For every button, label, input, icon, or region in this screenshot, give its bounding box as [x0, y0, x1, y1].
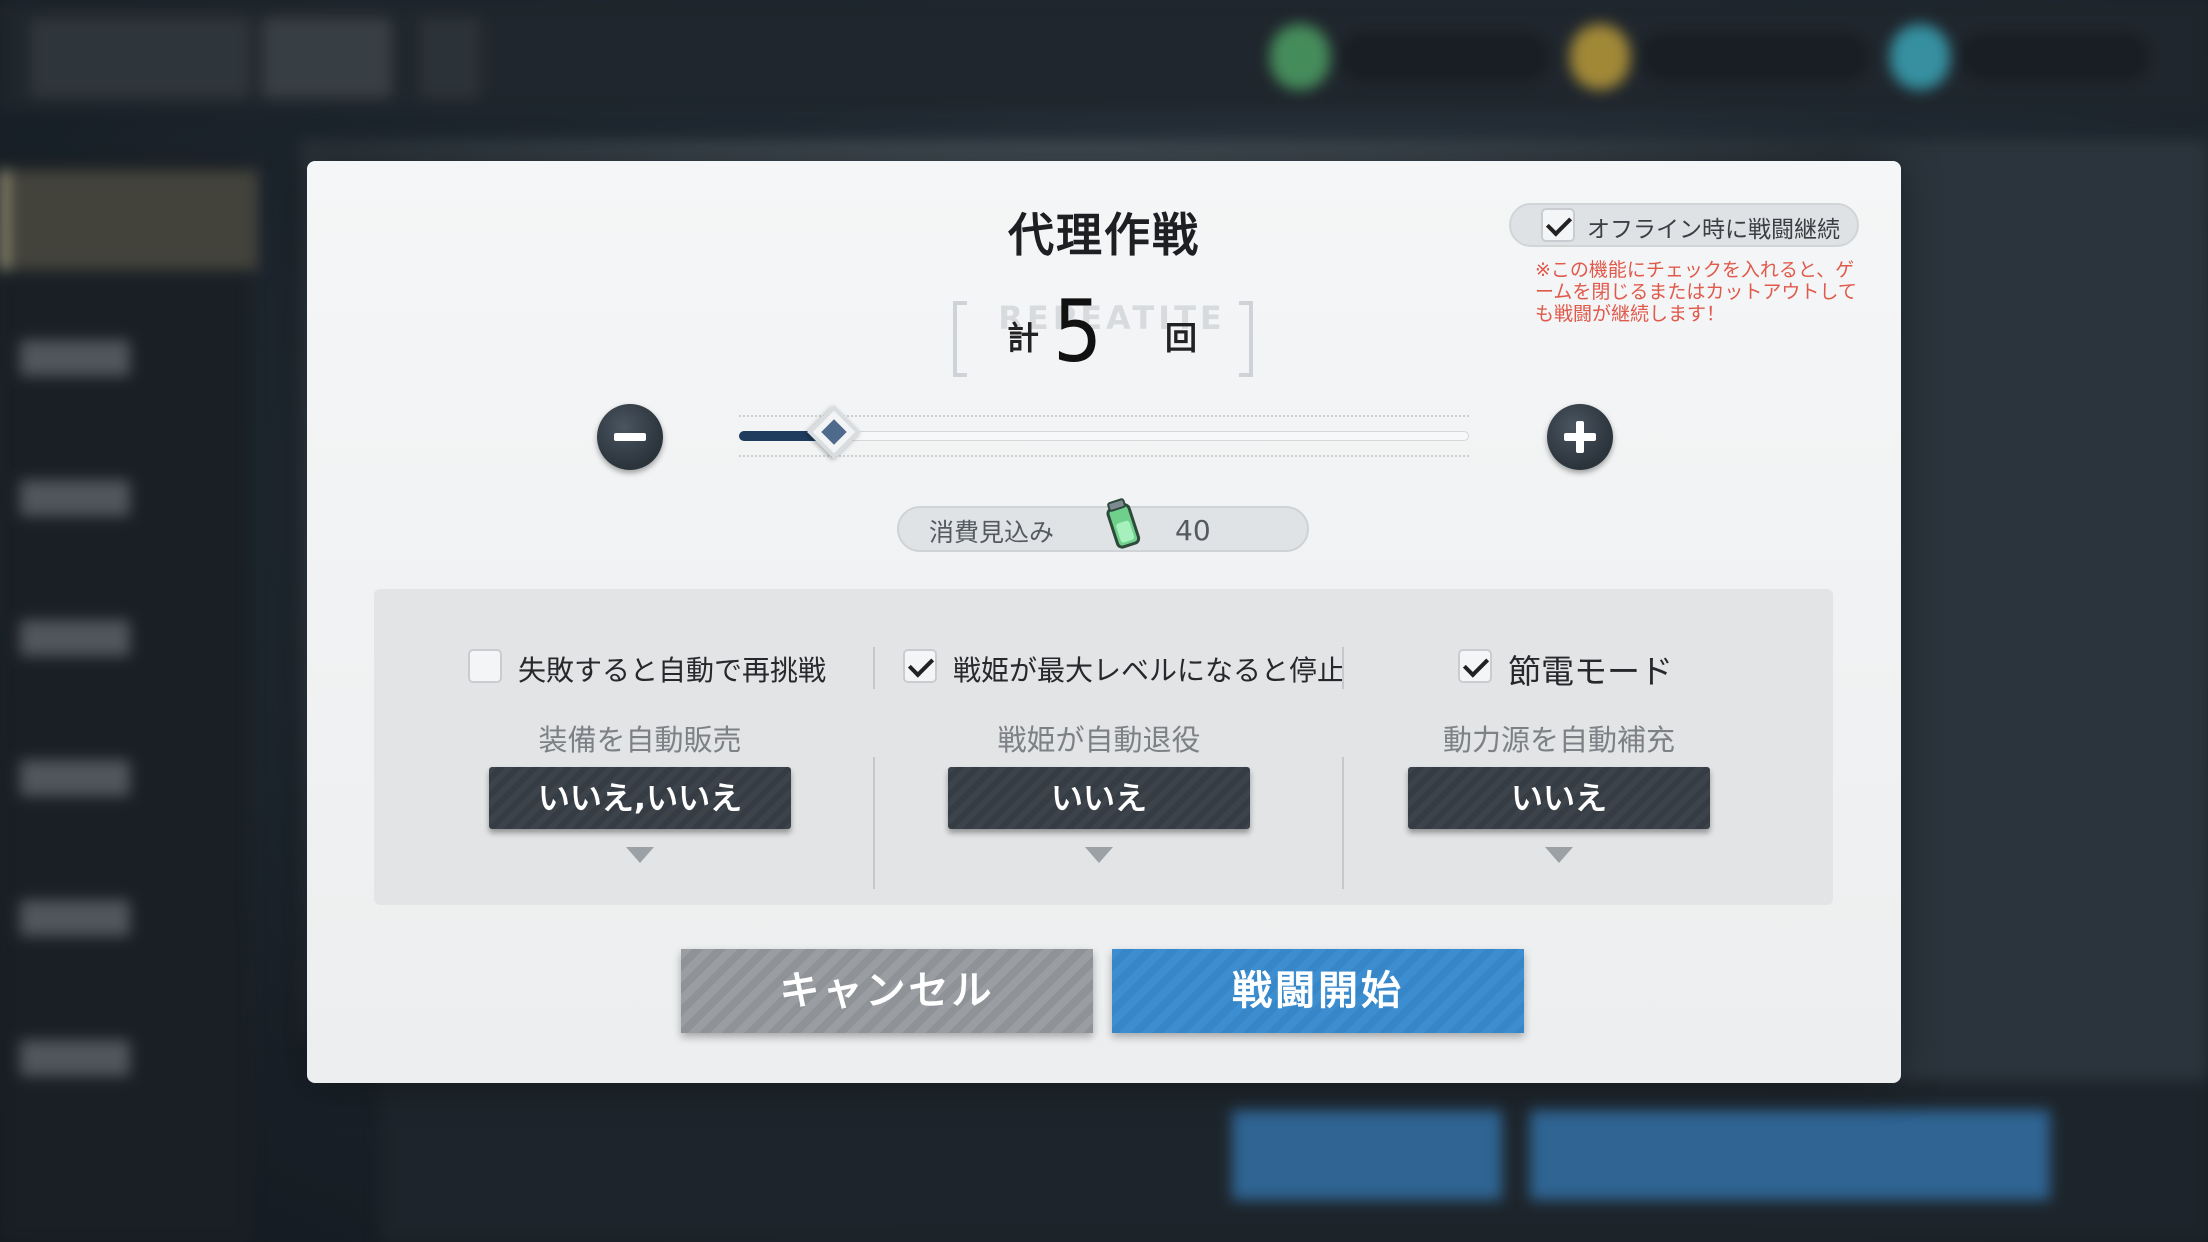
auto-sell-equipment-dropdown[interactable]: いいえ,いいえ	[489, 767, 791, 829]
stop-at-max-level-label: 戦姫が最大レベルになると停止	[953, 654, 1346, 687]
cancel-button[interactable]: キャンセル	[681, 949, 1093, 1033]
offline-continue-toggle[interactable]: オフライン時に戦闘継続	[1509, 203, 1859, 247]
count-suffix: 回	[1165, 319, 1198, 357]
chevron-down-icon[interactable]	[626, 847, 654, 863]
options-panel: 失敗すると自動で再挑戦 戦姫が最大レベルになると停止 節電モード 装備を自動販売…	[374, 589, 1833, 905]
cost-label: 消費見込み	[929, 518, 1055, 547]
retry-on-fail-checkbox[interactable]	[468, 649, 502, 683]
chevron-down-icon[interactable]	[1545, 847, 1573, 863]
power-saving-label: 節電モード	[1508, 652, 1673, 691]
offline-note: ※この機能にチェックを入れると、ゲームを閉じるまたはカットアウトしても戦闘が継続…	[1535, 259, 1857, 325]
repeat-count-slider[interactable]	[739, 405, 1469, 459]
auto-sell-equipment-label: 装備を自動販売	[538, 723, 742, 757]
decrease-button[interactable]	[597, 404, 663, 470]
offline-continue-label: オフライン時に戦闘継続	[1587, 217, 1840, 243]
stop-at-max-level-checkbox[interactable]	[903, 649, 937, 683]
auto-retire-label: 戦姫が自動退役	[997, 723, 1201, 757]
cost-value: 40	[1175, 514, 1211, 547]
chevron-down-icon[interactable]	[1085, 847, 1113, 863]
energy-battery-icon	[1106, 498, 1141, 549]
increase-button[interactable]	[1547, 404, 1613, 470]
offline-continue-checkbox[interactable]	[1541, 208, 1575, 242]
estimated-cost: 消費見込み 40	[897, 498, 1309, 552]
auto-refill-power-dropdown[interactable]: いいえ	[1408, 767, 1710, 829]
count-bracket-right	[1239, 301, 1253, 377]
auto-retire-dropdown[interactable]: いいえ	[948, 767, 1250, 829]
slider-handle[interactable]	[807, 405, 861, 459]
power-saving-checkbox[interactable]	[1458, 649, 1492, 683]
count-prefix: 計	[1007, 319, 1040, 357]
count-bracket-left	[953, 301, 967, 377]
auto-refill-power-label: 動力源を自動補充	[1442, 723, 1675, 757]
retry-on-fail-label: 失敗すると自動で再挑戦	[518, 654, 827, 687]
minus-icon	[614, 433, 646, 441]
repeat-count-value: 5	[1053, 282, 1103, 382]
proxy-operation-dialog: 代理作戦 オフライン時に戦闘継続 ※この機能にチェックを入れると、ゲームを閉じる…	[307, 161, 1901, 1083]
start-battle-button[interactable]: 戦闘開始	[1112, 949, 1524, 1033]
